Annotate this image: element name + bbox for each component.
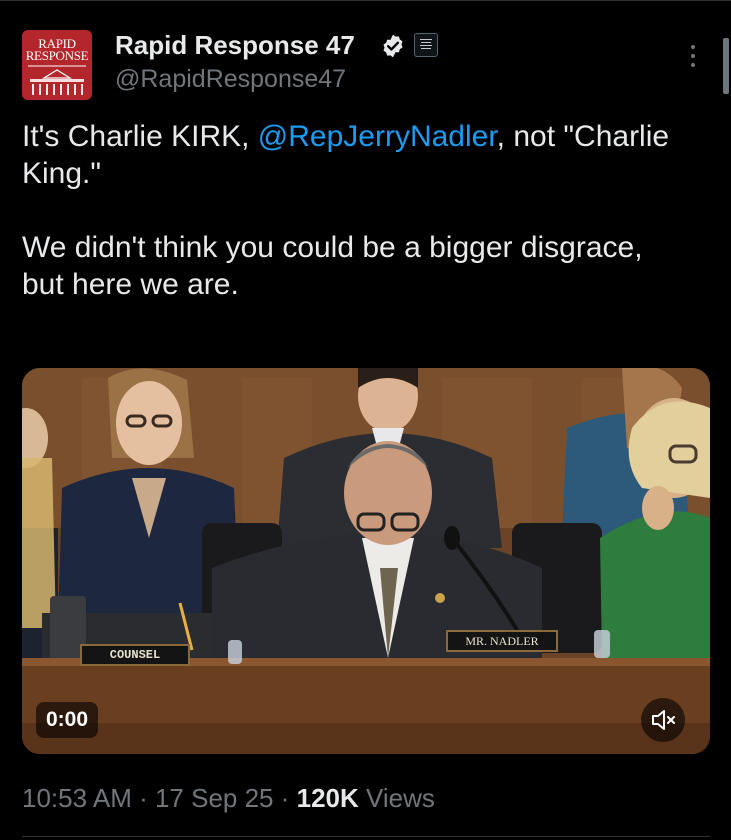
mute-icon (652, 710, 675, 730)
tweet-text: It's Charlie KIRK, @RepJerryNadler, not … (22, 118, 692, 303)
bottom-divider (22, 836, 710, 837)
white-house-logo-icon (28, 65, 86, 95)
tweet-time[interactable]: 10:53 AM (22, 783, 132, 813)
avatar[interactable]: RAPID RESPONSE (22, 30, 92, 100)
tweet-paragraph-1: It's Charlie KIRK, @RepJerryNadler, not … (22, 118, 692, 192)
separator-dot: · (273, 783, 297, 813)
video-player[interactable]: COUNSEL MR. NADLER 0:00 (22, 368, 710, 754)
tweet-text-part: It's Charlie KIRK, (22, 120, 258, 153)
separator-dot: · (131, 783, 155, 813)
video-frame (22, 368, 710, 754)
scrollbar[interactable] (723, 38, 729, 94)
author-handle[interactable]: @RapidResponse47 (115, 65, 346, 94)
video-timestamp: 0:00 (36, 702, 99, 738)
tweet-meta: 10:53 AM · 17 Sep 25 · 120K Views (22, 783, 435, 814)
affiliate-badge[interactable] (414, 33, 438, 57)
author-name[interactable]: Rapid Response 47 (115, 30, 355, 61)
tweet-date[interactable]: 17 Sep 25 (155, 783, 274, 813)
views-label: Views (358, 783, 435, 813)
views-count: 120K (296, 783, 359, 813)
white-house-seal-icon (420, 39, 432, 49)
more-options-icon[interactable] (685, 45, 701, 71)
mute-button[interactable] (641, 698, 685, 742)
top-divider (0, 0, 731, 1)
mention-link[interactable]: @RepJerryNadler (258, 120, 497, 153)
nameplate-nadler: MR. NADLER (446, 630, 558, 652)
verified-badge-icon[interactable] (380, 33, 406, 59)
tweet-paragraph-2: We didn't think you could be a bigger di… (22, 231, 643, 301)
nameplate-counsel: COUNSEL (80, 644, 190, 666)
